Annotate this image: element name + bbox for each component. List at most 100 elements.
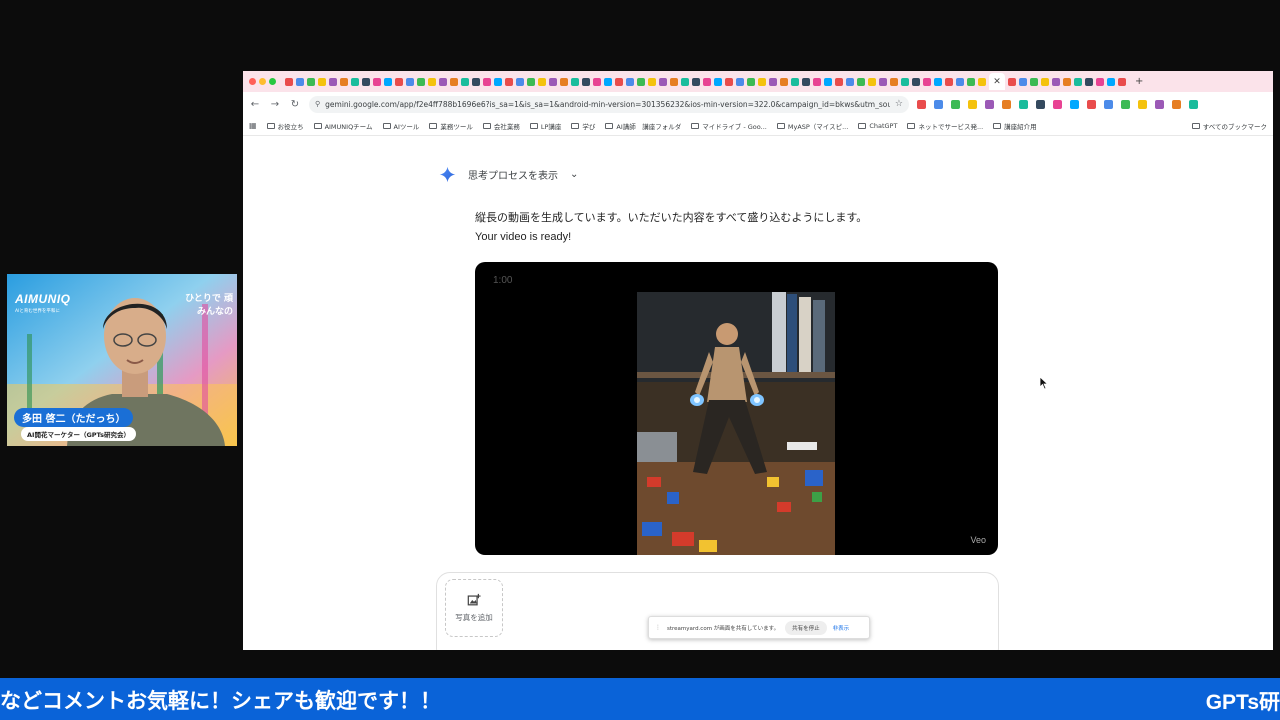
- tab-favicon-icon[interactable]: [318, 77, 326, 86]
- hide-share-bar-button[interactable]: 非表示: [833, 624, 850, 632]
- bookmark-star-icon[interactable]: ☆: [895, 99, 903, 109]
- tab-favicon-icon[interactable]: [582, 77, 590, 86]
- tab-favicon-icon[interactable]: [714, 77, 722, 86]
- tab-favicon-icon[interactable]: [1107, 77, 1115, 86]
- tab-favicon-icon[interactable]: [362, 77, 370, 86]
- bookmark-item[interactable]: 講座紹介用: [993, 121, 1037, 131]
- tab-favicon-icon[interactable]: [703, 77, 711, 86]
- tab-favicon-icon[interactable]: [505, 77, 513, 86]
- tab-favicon-icon[interactable]: [824, 77, 832, 86]
- tab-favicon-icon[interactable]: [802, 77, 810, 86]
- extension-icon[interactable]: [985, 99, 994, 109]
- bookmark-item[interactable]: 会社業務: [482, 121, 520, 131]
- extension-icon[interactable]: [917, 99, 926, 109]
- bookmark-item[interactable]: 学び: [571, 121, 595, 131]
- tab-favicons[interactable]: [285, 77, 986, 86]
- tab-favicon-icon[interactable]: [439, 77, 447, 86]
- tab-favicon-icon[interactable]: [780, 77, 788, 86]
- all-bookmarks-folder[interactable]: すべてのブックマーク: [1191, 121, 1267, 131]
- tab-favicon-icon[interactable]: [626, 77, 634, 86]
- tab-favicon-icon[interactable]: [373, 77, 381, 86]
- tab-favicon-icon[interactable]: [340, 77, 348, 86]
- share-grip-icon[interactable]: ⋮: [655, 624, 661, 631]
- tab-favicon-icon[interactable]: [472, 77, 480, 86]
- extension-icon[interactable]: [1104, 99, 1113, 109]
- tab-favicon-icon[interactable]: [1052, 77, 1060, 86]
- tab-favicon-icon[interactable]: [615, 77, 623, 86]
- bookmark-item[interactable]: AI講師 講座フォルダ: [605, 121, 681, 131]
- extension-icon[interactable]: [1053, 99, 1062, 109]
- tab-favicon-icon[interactable]: [945, 77, 953, 86]
- tab-favicon-icon[interactable]: [1118, 77, 1126, 86]
- tab-favicon-icon[interactable]: [1019, 77, 1027, 86]
- tab-favicon-icon[interactable]: [769, 77, 777, 86]
- tab-favicon-icon[interactable]: [571, 77, 579, 86]
- apps-grid-icon[interactable]: ▦: [249, 121, 257, 130]
- tab-favicon-icon[interactable]: [648, 77, 656, 86]
- tab-favicon-icon[interactable]: [736, 77, 744, 86]
- tab-favicon-icon[interactable]: [450, 77, 458, 86]
- tab-strip[interactable]: ✕ +: [243, 71, 1273, 92]
- tab-favicon-icon[interactable]: [483, 77, 491, 86]
- show-thinking-toggle[interactable]: 思考プロセスを表示 ⌄: [439, 166, 578, 183]
- tab-favicon-icon[interactable]: [395, 77, 403, 86]
- tab-favicon-icon[interactable]: [351, 77, 359, 86]
- tab-favicon-icon[interactable]: [527, 77, 535, 86]
- close-window-button[interactable]: [249, 78, 256, 85]
- tab-favicon-icon[interactable]: [604, 77, 612, 86]
- bookmark-item[interactable]: 業務ツール: [429, 121, 473, 131]
- tab-favicon-icon[interactable]: [659, 77, 667, 86]
- extension-icons[interactable]: [917, 99, 1198, 109]
- extension-icon[interactable]: [1036, 99, 1045, 109]
- tab-favicon-icon[interactable]: [956, 77, 964, 86]
- tab-favicon-icon[interactable]: [549, 77, 557, 86]
- bookmark-item[interactable]: MyASP（マイスピ...: [776, 121, 848, 131]
- extension-icon[interactable]: [1070, 99, 1079, 109]
- tab-favicon-icon[interactable]: [813, 77, 821, 86]
- tab-favicon-icon[interactable]: [967, 77, 975, 86]
- tab-favicon-icon[interactable]: [428, 77, 436, 86]
- tab-favicon-icon[interactable]: [1041, 77, 1049, 86]
- tab-favicon-icon[interactable]: [835, 77, 843, 86]
- add-photo-button[interactable]: 写真を追加: [445, 579, 503, 637]
- tab-favicon-icon[interactable]: [747, 77, 755, 86]
- forward-button[interactable]: →: [269, 99, 281, 110]
- tab-favicon-icon[interactable]: [593, 77, 601, 86]
- extension-icon[interactable]: [1172, 99, 1181, 109]
- tab-favicon-icon[interactable]: [1096, 77, 1104, 86]
- video-player[interactable]: 1:00 Veo: [475, 262, 998, 555]
- extension-icon[interactable]: [1155, 99, 1164, 109]
- minimize-window-button[interactable]: [259, 78, 266, 85]
- extension-icon[interactable]: [1189, 99, 1198, 109]
- extension-icon[interactable]: [968, 99, 977, 109]
- tab-favicon-icon[interactable]: [934, 77, 942, 86]
- tab-favicon-icon[interactable]: [417, 77, 425, 86]
- url-text[interactable]: gemini.google.com/app/f2e4ff788b1696e6?i…: [325, 100, 890, 109]
- tab-favicon-icon[interactable]: [692, 77, 700, 86]
- tab-favicon-icon[interactable]: [890, 77, 898, 86]
- extension-icon[interactable]: [1087, 99, 1096, 109]
- extension-icon[interactable]: [1138, 99, 1147, 109]
- tab-favicon-icon[interactable]: [846, 77, 854, 86]
- address-bar[interactable]: ⚲ gemini.google.com/app/f2e4ff788b1696e6…: [309, 95, 909, 113]
- extension-icon[interactable]: [934, 99, 943, 109]
- tab-favicon-icon[interactable]: [285, 77, 293, 86]
- back-button[interactable]: ←: [249, 99, 261, 110]
- tab-favicon-icon[interactable]: [406, 77, 414, 86]
- new-tab-button[interactable]: +: [1135, 76, 1143, 87]
- tab-favicon-icon[interactable]: [1074, 77, 1082, 86]
- tab-favicon-icon[interactable]: [868, 77, 876, 86]
- tab-favicon-icon[interactable]: [758, 77, 766, 86]
- bookmark-item[interactable]: AIツール: [382, 121, 419, 131]
- tab-favicon-icon[interactable]: [791, 77, 799, 86]
- extension-icon[interactable]: [1002, 99, 1011, 109]
- bookmark-item[interactable]: LP講座: [529, 121, 561, 131]
- tab-favicon-icon[interactable]: [494, 77, 502, 86]
- tab-favicon-icon[interactable]: [1008, 77, 1016, 86]
- active-tab-close-icon[interactable]: ✕: [989, 73, 1005, 90]
- bookmark-item[interactable]: お役立ち: [266, 121, 304, 131]
- reload-button[interactable]: ↻: [289, 99, 301, 110]
- tab-favicon-icon[interactable]: [857, 77, 865, 86]
- bookmark-item[interactable]: ネットでサービス発...: [907, 121, 983, 131]
- tab-favicon-icon[interactable]: [560, 77, 568, 86]
